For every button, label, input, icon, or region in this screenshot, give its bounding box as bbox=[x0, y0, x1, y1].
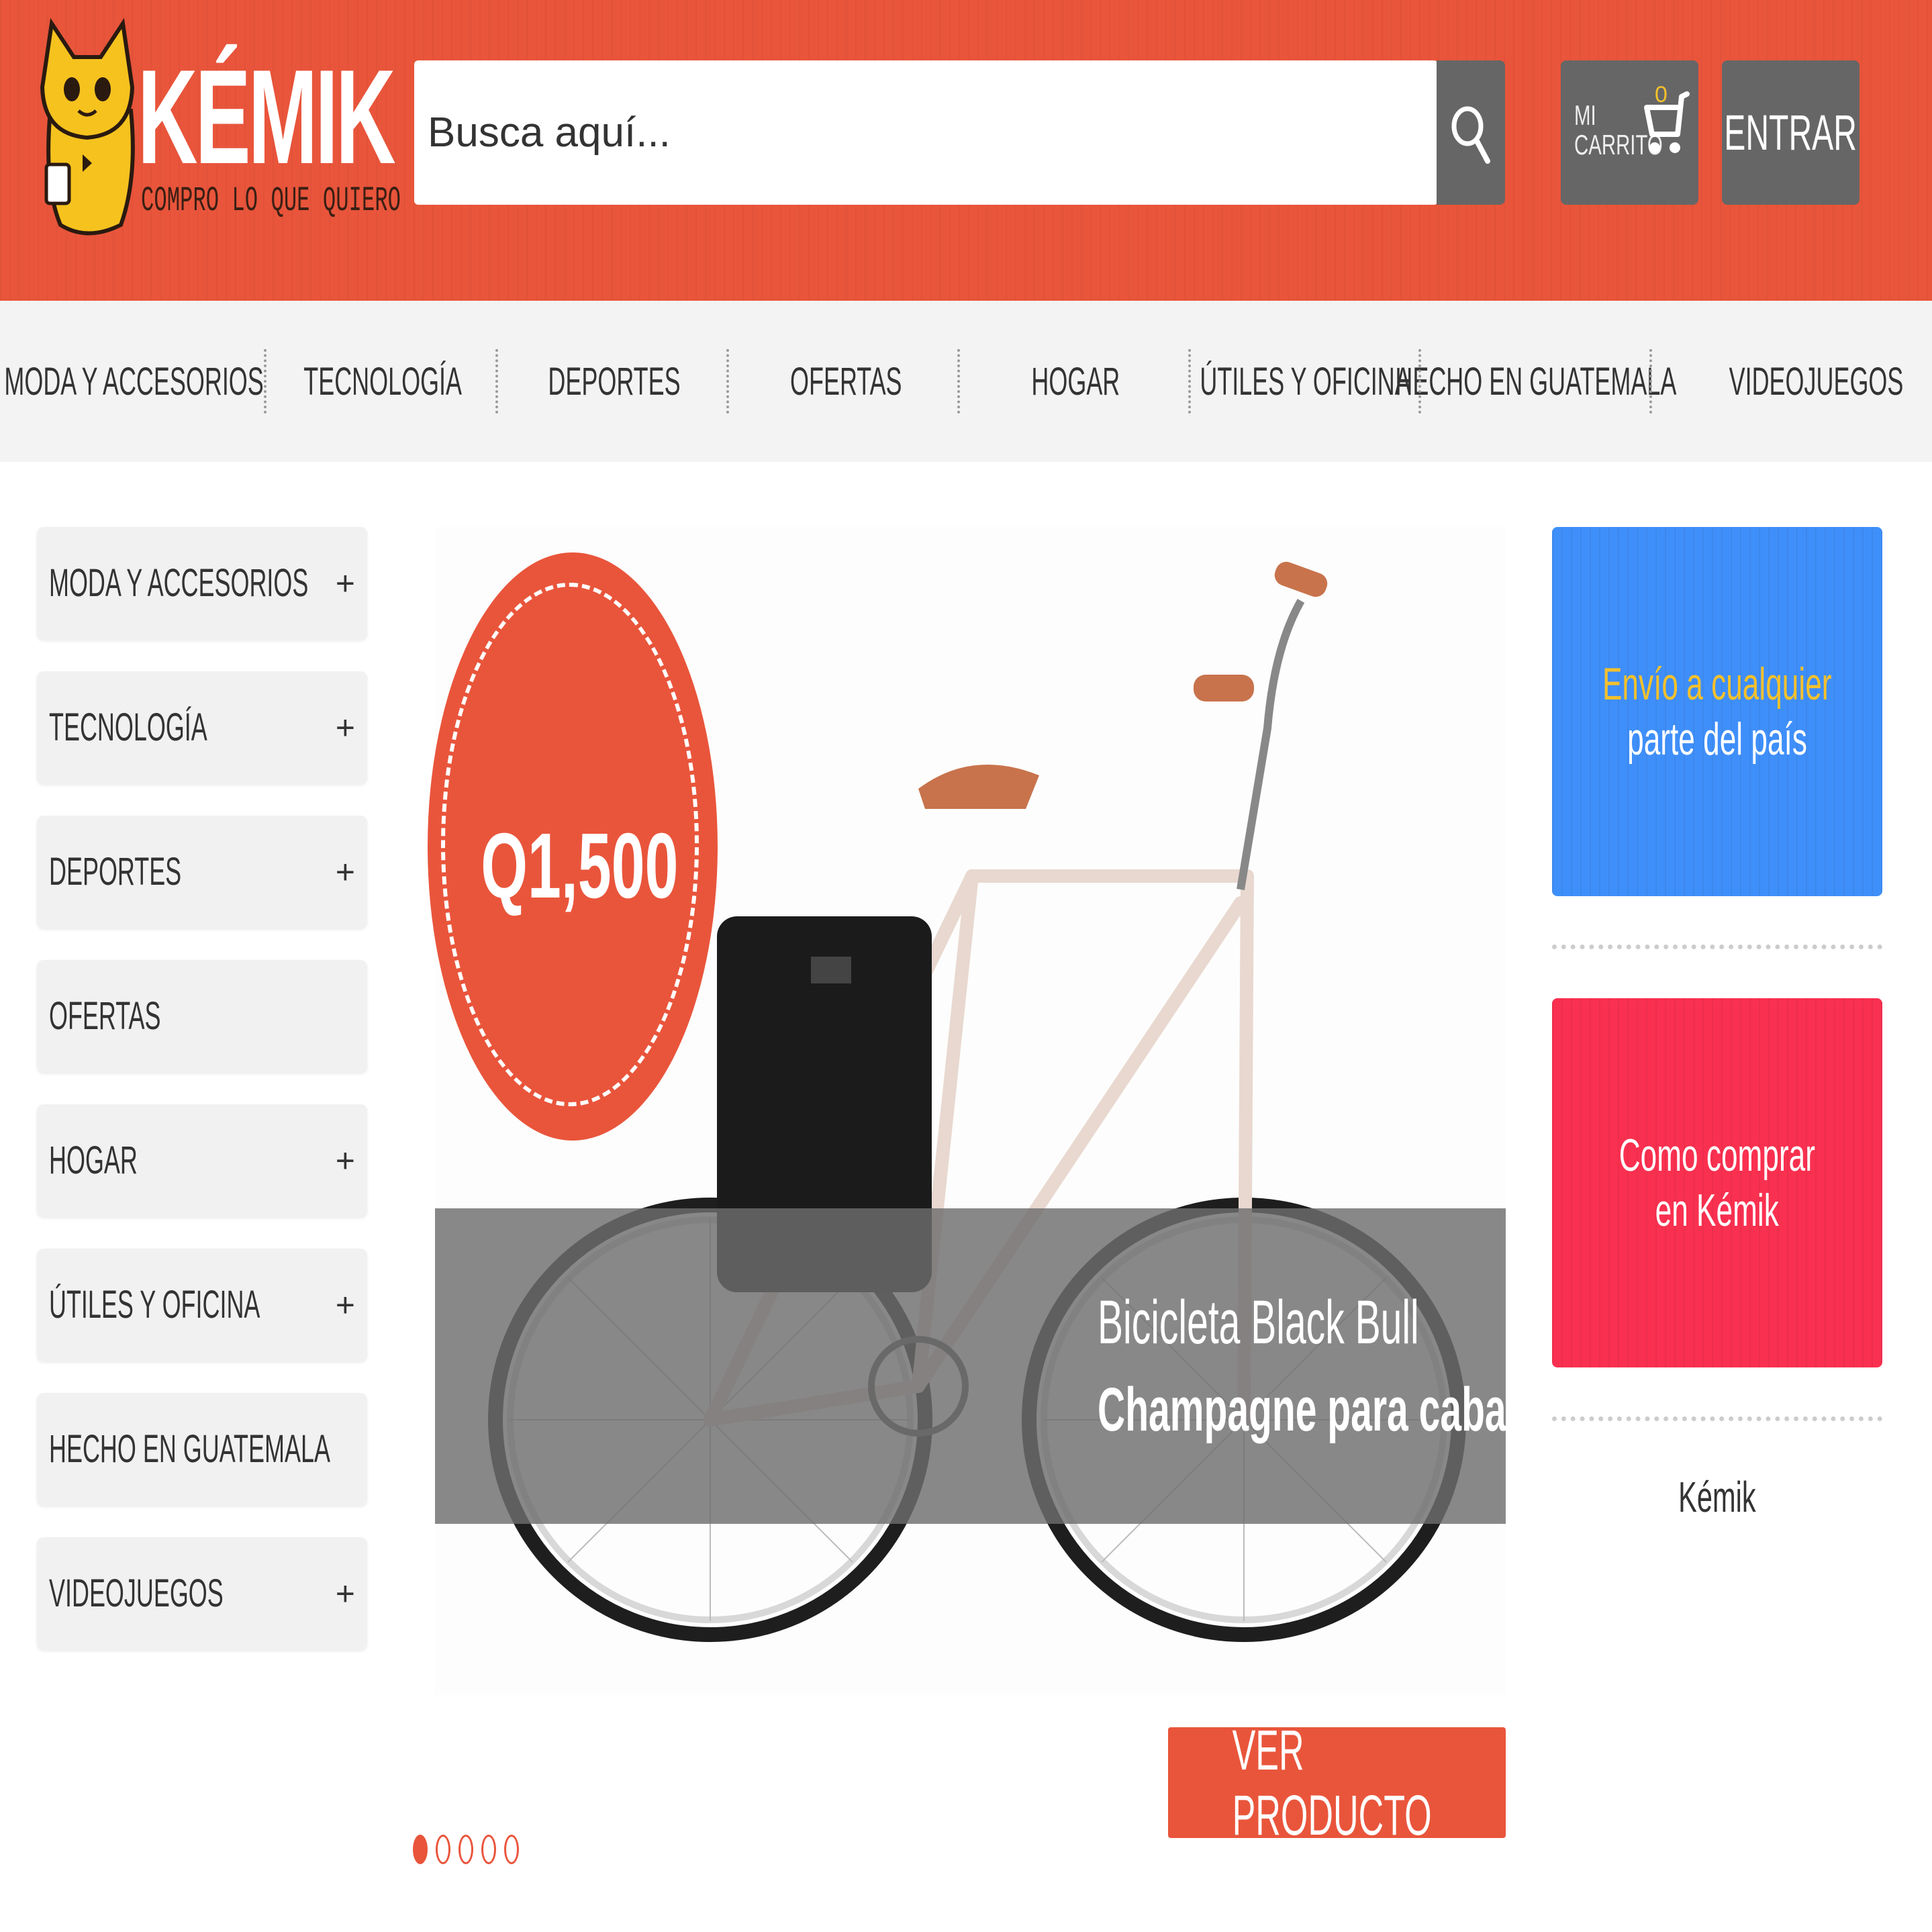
nav-item-label: HECHO EN GUATEMALA bbox=[1395, 359, 1677, 403]
nav-item-label: VIDEOJUEGOS bbox=[1729, 359, 1903, 403]
nav-item-label: OFERTAS bbox=[789, 359, 902, 403]
sidebar-item-label: OFERTAS bbox=[49, 994, 161, 1038]
promo-footer-label: Kémik bbox=[1678, 1473, 1756, 1521]
sidebar-item-tecnologia[interactable]: TECNOLOGÍA + bbox=[37, 671, 367, 784]
expand-plus-icon[interactable]: + bbox=[336, 816, 355, 928]
brand-tagline: COMPRO LO QUE QUIERO bbox=[141, 181, 401, 221]
slide-dot[interactable] bbox=[504, 1835, 519, 1864]
nav-item-deportes[interactable]: DEPORTES bbox=[500, 301, 728, 462]
site-header: KÉMIK COMPRO LO QUE QUIERO MI CARRITO 0 … bbox=[0, 0, 1932, 301]
sidebar-item-deportes[interactable]: DEPORTES + bbox=[37, 816, 367, 928]
nav-item-tecnologia[interactable]: TECNOLOGÍA bbox=[269, 301, 497, 462]
search-button[interactable] bbox=[1437, 60, 1505, 205]
nav-item-utiles[interactable]: ÚTILES Y OFICINA bbox=[1192, 301, 1420, 462]
sidebar-item-videojuegos[interactable]: VIDEOJUEGOS + bbox=[37, 1537, 367, 1650]
expand-plus-icon[interactable]: + bbox=[336, 671, 355, 784]
search-icon bbox=[1451, 106, 1490, 164]
nav-divider bbox=[1188, 349, 1191, 414]
category-nav: MODA Y ACCESORIOS TECNOLOGÍA DEPORTES OF… bbox=[0, 301, 1932, 462]
shipping-promo[interactable]: Envío a cualquier parte del país bbox=[1552, 527, 1882, 896]
product-price-text: Q1,500 bbox=[481, 814, 679, 918]
nav-divider bbox=[264, 349, 267, 414]
nav-item-label: ÚTILES Y OFICINA bbox=[1200, 359, 1412, 403]
expand-plus-icon[interactable]: + bbox=[336, 1537, 355, 1650]
nav-item-ofertas[interactable]: OFERTAS bbox=[732, 301, 960, 462]
sidebar-item-hogar[interactable]: HOGAR + bbox=[37, 1104, 367, 1217]
sidebar-item-hecho-en-guatemala[interactable]: HECHO EN GUATEMALA bbox=[37, 1393, 367, 1506]
slide-dot[interactable] bbox=[413, 1835, 428, 1864]
how-to-buy-promo[interactable]: Como comprar en Kémik bbox=[1552, 998, 1882, 1367]
shipping-promo-line1: Envío a cualquier bbox=[1602, 659, 1832, 710]
sidebar-item-label: ÚTILES Y OFICINA bbox=[49, 1283, 260, 1326]
cart-label: MI CARRITO bbox=[1574, 99, 1663, 160]
product-title-line1: Bicicleta Black Bull bbox=[1098, 1288, 1419, 1357]
nav-divider bbox=[1418, 349, 1421, 414]
search-input[interactable] bbox=[414, 60, 1435, 205]
sidebar-item-utiles[interactable]: ÚTILES Y OFICINA + bbox=[37, 1249, 367, 1361]
nav-divider bbox=[726, 349, 729, 414]
sidebar-item-label: VIDEOJUEGOS bbox=[49, 1572, 224, 1615]
nav-divider bbox=[495, 349, 498, 414]
slide-dot[interactable] bbox=[436, 1835, 450, 1864]
sidebar-item-label: MODA Y ACCESORIOS bbox=[49, 561, 309, 605]
product-title-line2: Champagne para caballero bbox=[1098, 1375, 1588, 1444]
nav-item-hecho-en-guatemala[interactable]: HECHO EN GUATEMALA bbox=[1396, 301, 1677, 462]
sidebar-item-label: TECNOLOGÍA bbox=[49, 706, 207, 749]
sidebar-item-moda[interactable]: MODA Y ACCESORIOS + bbox=[37, 527, 367, 640]
nav-item-label: MODA Y ACCESORIOS bbox=[4, 359, 264, 403]
view-product-label: VER PRODUCTO bbox=[1232, 1718, 1432, 1847]
search-bar bbox=[414, 60, 1438, 205]
view-product-button[interactable]: VER PRODUCTO bbox=[1168, 1719, 1506, 1847]
expand-plus-icon[interactable]: + bbox=[336, 1249, 355, 1361]
site-logo[interactable]: KÉMIK COMPRO LO QUE QUIERO bbox=[37, 10, 401, 238]
sidebar-item-ofertas[interactable]: OFERTAS bbox=[37, 960, 367, 1073]
nav-item-label: TECNOLOGÍA bbox=[303, 359, 462, 403]
shipping-promo-line2: parte del país bbox=[1627, 714, 1807, 765]
cat-mascot-icon bbox=[40, 17, 135, 236]
slider-pagination bbox=[413, 1835, 547, 1875]
product-price: Q1,500 bbox=[428, 816, 718, 916]
how-to-buy-line1: Como comprar bbox=[1619, 1130, 1816, 1181]
how-to-buy-line2: en Kémik bbox=[1655, 1185, 1780, 1236]
nav-divider bbox=[1649, 349, 1652, 414]
slide-dot[interactable] bbox=[481, 1835, 496, 1864]
nav-divider bbox=[957, 349, 960, 414]
login-label: ENTRAR bbox=[1724, 105, 1857, 160]
promo-divider bbox=[1552, 945, 1882, 949]
sidebar-item-label: DEPORTES bbox=[49, 850, 182, 893]
cart-button[interactable]: MI CARRITO 0 bbox=[1561, 60, 1698, 205]
expand-plus-icon[interactable]: + bbox=[336, 1104, 355, 1217]
nav-item-label: DEPORTES bbox=[548, 359, 681, 403]
nav-item-hogar[interactable]: HOGAR bbox=[961, 301, 1190, 462]
cart-label-line1: MI bbox=[1574, 99, 1596, 131]
slide-dot[interactable] bbox=[458, 1835, 473, 1864]
nav-item-label: HOGAR bbox=[1031, 359, 1120, 403]
login-button[interactable]: ENTRAR bbox=[1722, 60, 1859, 205]
cart-icon bbox=[1644, 91, 1690, 153]
promo-divider bbox=[1552, 1416, 1882, 1421]
nav-item-moda[interactable]: MODA Y ACCESORIOS bbox=[5, 301, 264, 462]
sidebar-item-label: HOGAR bbox=[49, 1139, 138, 1182]
promo-footer-text: Kémik bbox=[1552, 1463, 1882, 1531]
nav-item-videojuegos[interactable]: VIDEOJUEGOS bbox=[1705, 301, 1927, 462]
brand-name: KÉMIK bbox=[138, 42, 396, 192]
caption-overlay bbox=[435, 1208, 1506, 1524]
sidebar-item-label: HECHO EN GUATEMALA bbox=[49, 1427, 330, 1471]
expand-plus-icon[interactable]: + bbox=[336, 527, 355, 640]
